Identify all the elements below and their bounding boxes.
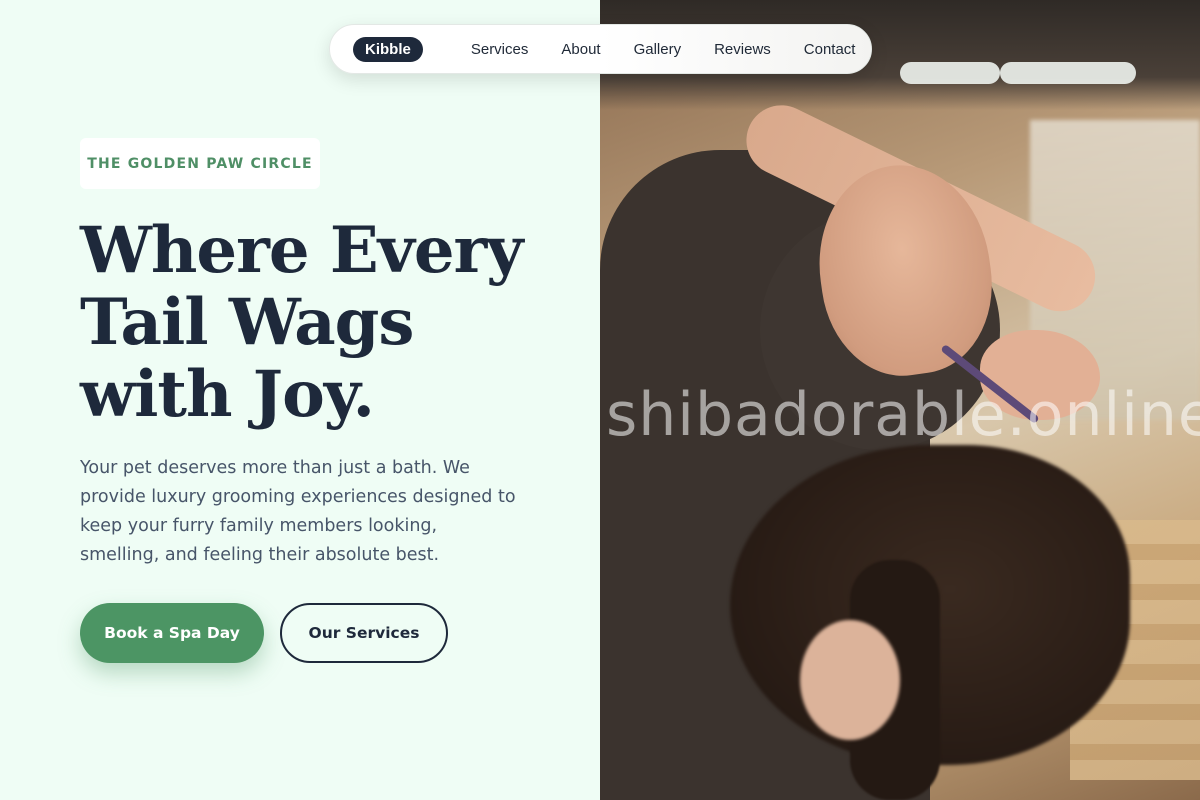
hero-description: Your pet deserves more than just a bath.… (80, 458, 516, 565)
hero-badge: THE GOLDEN PAW CIRCLE (80, 138, 320, 189)
groomer-holding-hand (800, 620, 900, 740)
photo-watermark: shibadorable.online (606, 380, 1200, 450)
headline-line: Tail Wags (80, 285, 414, 360)
headline-line: with Joy. (80, 357, 375, 432)
headline-line: Where Every (80, 213, 523, 288)
hero-left-panel: THE GOLDEN PAW CIRCLE Where Every Tail W… (0, 0, 600, 800)
nav-link-reviews[interactable]: Reviews (714, 41, 771, 58)
our-services-button[interactable]: Our Services (280, 603, 448, 663)
top-navbar: Kibble Services About Gallery Reviews Co… (329, 24, 872, 74)
book-spa-day-button[interactable]: Book a Spa Day (80, 603, 264, 663)
nav-link-contact[interactable]: Contact (804, 41, 856, 58)
nav-link-about[interactable]: About (561, 41, 600, 58)
hero-headline: Where Every Tail Wags with Joy. (80, 215, 550, 431)
ceiling-light (1000, 62, 1136, 84)
hero-photo: shibadorable.online (600, 0, 1200, 800)
ceiling-light (900, 62, 1000, 84)
nav-link-services[interactable]: Services (471, 41, 529, 58)
nav-link-gallery[interactable]: Gallery (634, 41, 682, 58)
brand-logo[interactable]: Kibble (353, 36, 423, 62)
nav-links: Services About Gallery Reviews Contact (471, 41, 856, 58)
